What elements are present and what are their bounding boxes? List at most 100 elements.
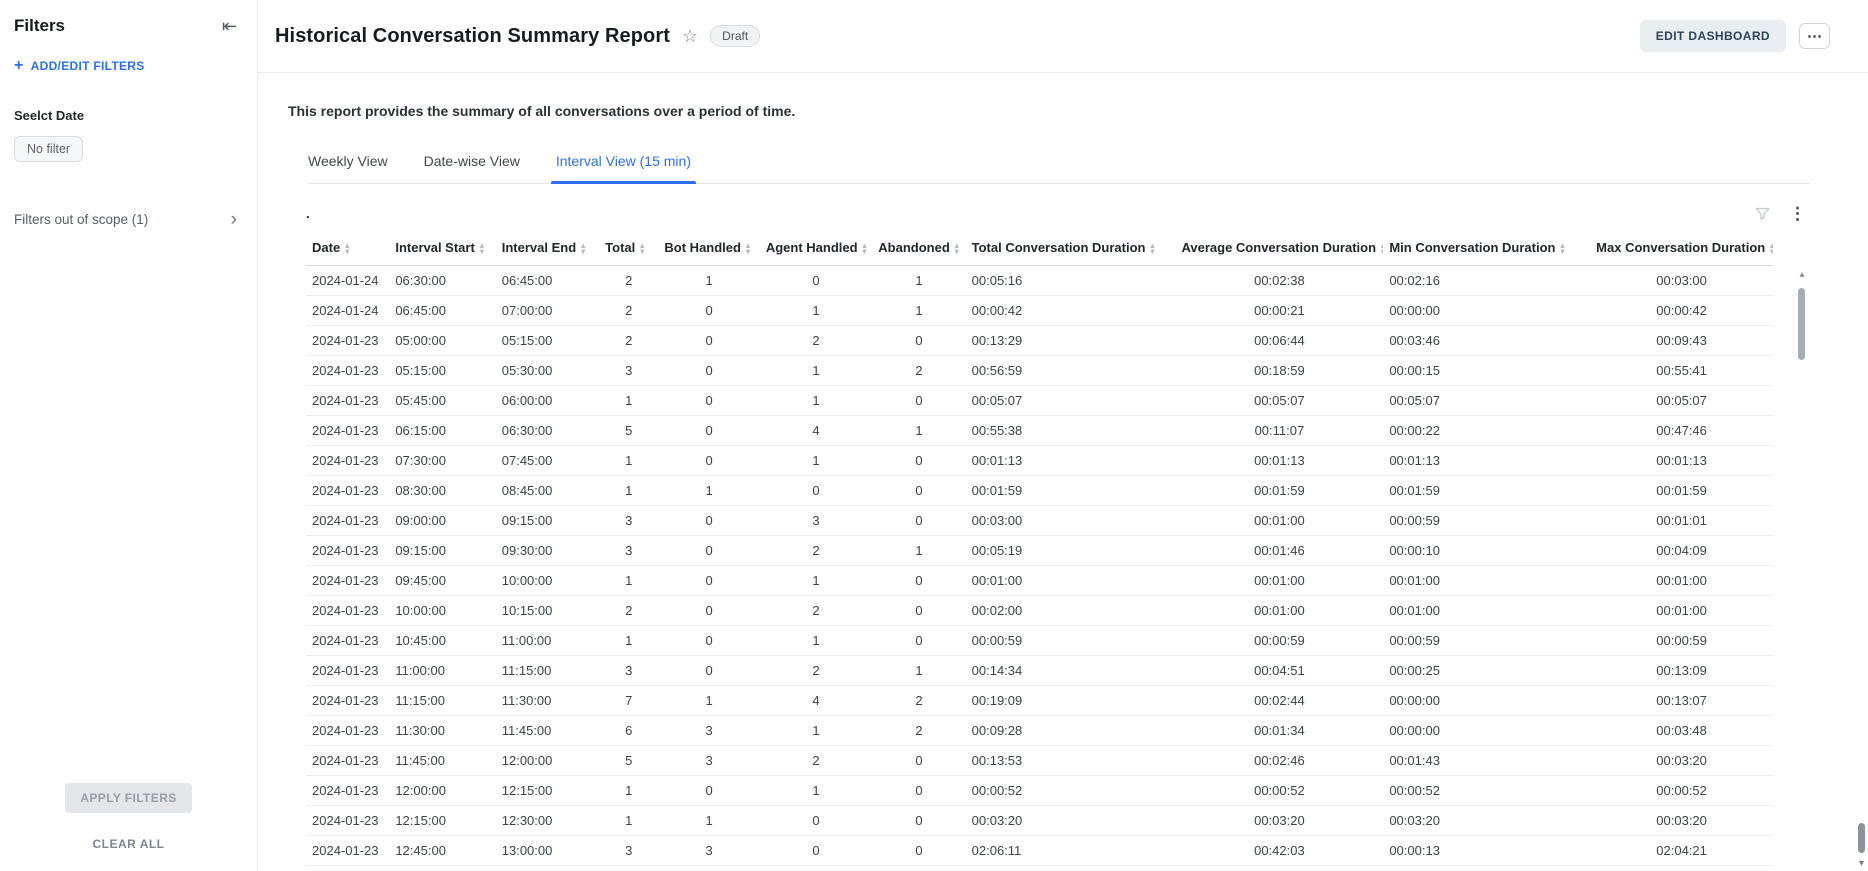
filter-icon[interactable] [1754, 205, 1771, 222]
column-header[interactable]: Interval Start▴▾ [389, 232, 495, 266]
table-row[interactable]: 2024-01-2311:30:0011:45:00631200:09:2800… [306, 716, 1773, 746]
column-header-label: Total [605, 240, 635, 255]
column-header[interactable]: Max Conversation Duration▴▾ [1590, 232, 1773, 266]
column-header[interactable]: Average Conversation Duration▴▾ [1175, 232, 1383, 266]
table-cell: 1 [872, 536, 965, 566]
table-row[interactable]: 2024-01-2311:45:0012:00:00532000:13:5300… [306, 746, 1773, 776]
table-row[interactable]: 2024-01-2308:30:0008:45:00110000:01:5900… [306, 476, 1773, 506]
column-header[interactable]: Agent Handled▴▾ [760, 232, 872, 266]
tab-date-wise-view[interactable]: Date-wise View [424, 153, 520, 183]
table-row[interactable]: 2024-01-2313:30:0013:45:00220000:00:0000… [306, 866, 1773, 871]
table-row[interactable]: 2024-01-2310:45:0011:00:00101000:00:5900… [306, 626, 1773, 656]
table-cell: 0 [658, 296, 759, 326]
scrollbar-up-icon[interactable]: ▴ [1796, 270, 1808, 280]
table-cell: 00:00:42 [1590, 296, 1773, 326]
apply-filters-button[interactable]: APPLY FILTERS [65, 783, 191, 813]
no-filter-chip[interactable]: No filter [14, 136, 83, 162]
column-header-label: Min Conversation Duration [1389, 240, 1555, 255]
more-menu-button[interactable]: ⋯ [1799, 23, 1830, 49]
star-icon[interactable]: ☆ [682, 26, 698, 47]
sort-icon: ▴▾ [863, 243, 867, 255]
table-cell: 13:00:00 [496, 836, 599, 866]
column-header[interactable]: Bot Handled▴▾ [658, 232, 759, 266]
column-header[interactable]: Abandoned ▴▾ [872, 232, 965, 266]
table-cell: 12:00:00 [389, 776, 495, 806]
tab-interval-view-15-min[interactable]: Interval View (15 min) [556, 153, 691, 183]
table-cell: 1 [599, 626, 658, 656]
table-row[interactable]: 2024-01-2310:00:0010:15:00202000:02:0000… [306, 596, 1773, 626]
table-row[interactable]: 2024-01-2406:30:0006:45:00210100:05:1600… [306, 266, 1773, 296]
table-row[interactable]: 2024-01-2305:15:0005:30:00301200:56:5900… [306, 356, 1773, 386]
table-cell: 1 [760, 776, 872, 806]
column-header[interactable]: Min Conversation Duration▴▾ [1383, 232, 1590, 266]
table-row[interactable]: 2024-01-2309:15:0009:30:00302100:05:1900… [306, 536, 1773, 566]
table-row[interactable]: 2024-01-2306:15:0006:30:00504100:55:3800… [306, 416, 1773, 446]
scrollbar-down-icon[interactable]: ▾ [1855, 858, 1868, 869]
table-row[interactable]: 2024-01-2307:30:0007:45:00101000:01:1300… [306, 446, 1773, 476]
table-row[interactable]: 2024-01-2305:45:0006:00:00101000:05:0700… [306, 386, 1773, 416]
page-scrollbar-thumb[interactable] [1858, 823, 1865, 853]
table-row[interactable]: 2024-01-2305:00:0005:15:00202000:13:2900… [306, 326, 1773, 356]
table-row[interactable]: 2024-01-2311:00:0011:15:00302100:14:3400… [306, 656, 1773, 686]
table-cell: 00:00:59 [1590, 626, 1773, 656]
table-cell: 06:30:00 [496, 416, 599, 446]
kebab-menu-icon[interactable]: ⋮ [1789, 205, 1806, 222]
table-cell: 3 [658, 836, 759, 866]
table-scrollbar[interactable]: ▴ [1796, 270, 1808, 871]
table-cell: 00:42:03 [1175, 836, 1383, 866]
table-scrollbar-thumb[interactable] [1798, 288, 1805, 360]
table-cell: 3 [658, 716, 759, 746]
table-cell: 10:00:00 [389, 596, 495, 626]
table-cell: 2 [599, 596, 658, 626]
table-cell: 05:15:00 [389, 356, 495, 386]
table-cell: 1 [872, 656, 965, 686]
table-cell: 00:01:13 [1383, 446, 1590, 476]
table-cell: 1 [760, 716, 872, 746]
filters-out-of-scope-label: Filters out of scope (1) [14, 212, 148, 227]
tab-weekly-view[interactable]: Weekly View [308, 153, 388, 183]
table-cell: 00:00:00 [1383, 866, 1590, 871]
column-header[interactable]: Interval End▴▾ [496, 232, 599, 266]
table-cell: 00:00:00 [1383, 296, 1590, 326]
sort-icon: ▴▾ [345, 243, 349, 255]
table-cell: 11:00:00 [389, 656, 495, 686]
table-cell: 09:00:00 [389, 506, 495, 536]
table-cell: 00:05:07 [1383, 386, 1590, 416]
table-cell: 00:01:13 [1175, 446, 1383, 476]
table-cell: 2024-01-23 [306, 506, 389, 536]
table-row[interactable]: 2024-01-2312:00:0012:15:00101000:00:5200… [306, 776, 1773, 806]
page-scrollbar[interactable]: ▾ [1855, 0, 1868, 871]
table-cell: 3 [599, 656, 658, 686]
table-cell: 00:18:59 [1175, 356, 1383, 386]
table-row[interactable]: 2024-01-2309:45:0010:00:00101000:01:0000… [306, 566, 1773, 596]
filters-out-of-scope-row[interactable]: Filters out of scope (1) › [14, 210, 237, 229]
table-cell: 11:00:00 [496, 626, 599, 656]
app-root: Filters ⇤ + ADD/EDIT FILTERS Seelct Date… [0, 0, 1868, 871]
table-cell: 0 [872, 386, 965, 416]
add-edit-filters-button[interactable]: + ADD/EDIT FILTERS [14, 58, 237, 74]
column-header[interactable]: Total▴▾ [599, 232, 658, 266]
table-cell: 00:00:15 [1383, 356, 1590, 386]
table-row[interactable]: 2024-01-2312:15:0012:30:00110000:03:2000… [306, 806, 1773, 836]
table-cell: 00:01:59 [1590, 476, 1773, 506]
interval-widget: . ⋮ Date▴▾Interval Start▴▾Interval End▴▾… [306, 202, 1810, 871]
table-cell: 00:14:34 [966, 656, 1176, 686]
table-cell: 0 [760, 266, 872, 296]
sort-icon: ▴▾ [955, 243, 959, 255]
edit-dashboard-button[interactable]: EDIT DASHBOARD [1640, 20, 1786, 52]
collapse-sidebar-icon[interactable]: ⇤ [222, 17, 237, 35]
table-cell: 2 [872, 686, 965, 716]
table-cell: 0 [658, 656, 759, 686]
table-row[interactable]: 2024-01-2311:15:0011:30:00714200:19:0900… [306, 686, 1773, 716]
table-row[interactable]: 2024-01-2312:45:0013:00:00330002:06:1100… [306, 836, 1773, 866]
table-cell: 00:13:29 [966, 326, 1176, 356]
column-header[interactable]: Date▴▾ [306, 232, 389, 266]
table-row[interactable]: 2024-01-2406:45:0007:00:00201100:00:4200… [306, 296, 1773, 326]
table-cell: 00:01:00 [1383, 596, 1590, 626]
table-cell: 2 [760, 656, 872, 686]
table-row[interactable]: 2024-01-2309:00:0009:15:00303000:03:0000… [306, 506, 1773, 536]
column-header[interactable]: Total Conversation Duration▴▾ [966, 232, 1176, 266]
clear-all-button[interactable]: CLEAR ALL [0, 837, 257, 851]
column-header-label: Abandoned [878, 240, 950, 255]
table-cell: 00:01:34 [1175, 716, 1383, 746]
